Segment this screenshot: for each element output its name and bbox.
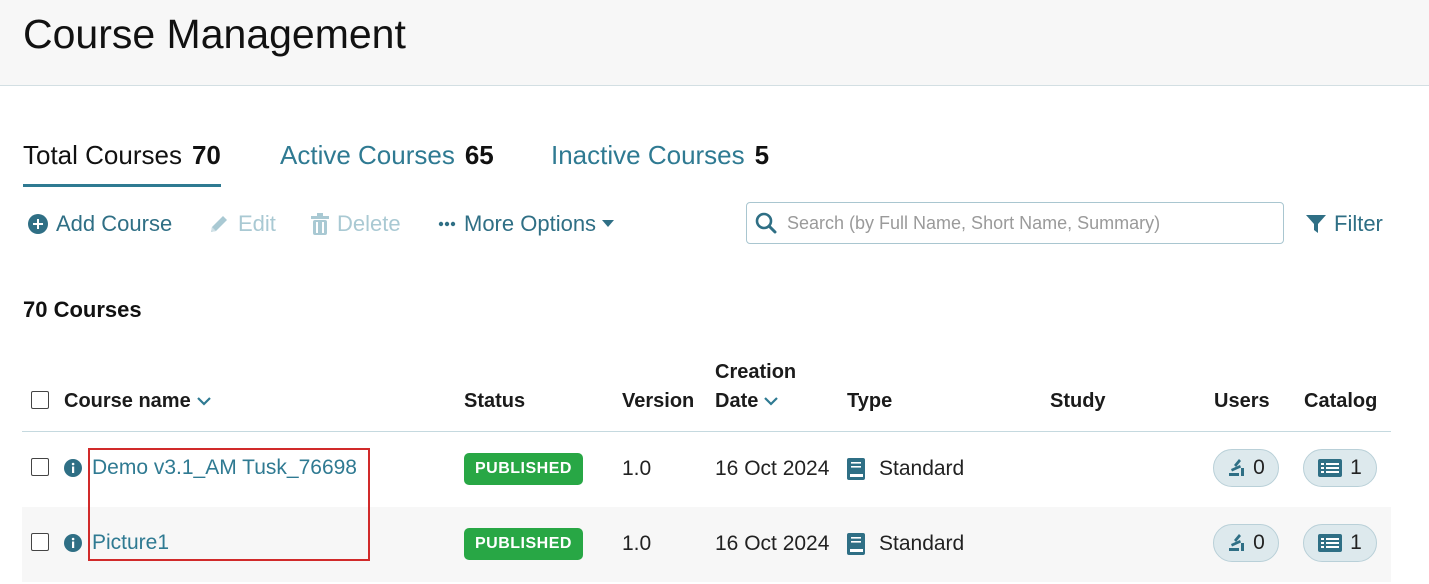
pencil-icon <box>208 213 230 235</box>
trash-icon <box>311 213 329 235</box>
row-checkbox[interactable] <box>31 458 49 476</box>
column-label-line1: Creation <box>715 361 797 383</box>
more-options-button[interactable]: More Options <box>438 211 615 237</box>
list-icon <box>1318 534 1343 552</box>
caret-down-icon <box>602 220 615 228</box>
catalog-count-button[interactable]: 1 <box>1303 449 1377 487</box>
course-count-title: 70 Courses <box>23 297 142 322</box>
edit-label: Edit <box>238 211 276 236</box>
type-label: Standard <box>879 532 965 555</box>
search-box <box>746 202 1284 244</box>
add-course-button[interactable]: Add Course <box>28 211 172 237</box>
select-all-checkbox[interactable] <box>31 391 49 409</box>
creation-date-cell: 16 Oct 2024 <box>715 532 830 555</box>
ellipsis-icon <box>438 221 456 227</box>
status-badge: PUBLISHED <box>464 528 583 560</box>
book-icon <box>847 533 865 555</box>
delete-button[interactable]: Delete <box>311 211 401 237</box>
status-badge: PUBLISHED <box>464 453 583 485</box>
column-header-catalog: Catalog <box>1304 390 1378 412</box>
sort-chevron-icon <box>196 397 211 406</box>
tab-total-courses[interactable]: Total Courses 70 <box>23 140 221 187</box>
tab-label: Inactive Courses <box>551 140 745 170</box>
search-input[interactable] <box>785 211 1269 235</box>
info-icon[interactable] <box>64 459 82 482</box>
column-label: Course name <box>64 390 191 412</box>
column-header-creation-date[interactable]: Creation Date <box>715 358 796 416</box>
version-cell: 1.0 <box>622 457 652 480</box>
type-label: Standard <box>879 457 965 480</box>
list-icon <box>1318 459 1343 477</box>
row-checkbox[interactable] <box>31 533 49 551</box>
creation-date-cell: 16 Oct 2024 <box>715 457 830 480</box>
catalog-count: 1 <box>1350 456 1362 479</box>
page-title: Course Management <box>23 11 406 57</box>
info-icon[interactable] <box>64 534 82 557</box>
tab-label: Active Courses <box>280 140 455 170</box>
catalog-count: 1 <box>1350 531 1362 554</box>
column-header-course-name[interactable]: Course name <box>64 387 211 416</box>
tab-count: 65 <box>464 140 494 170</box>
users-count: 0 <box>1253 456 1265 479</box>
column-header-status: Status <box>464 390 526 412</box>
filter-label: Filter <box>1334 211 1383 236</box>
edit-button[interactable]: Edit <box>208 211 276 237</box>
column-header-version: Version <box>622 390 695 412</box>
highlight-box <box>88 448 370 561</box>
plus-circle-icon <box>28 214 48 234</box>
type-cell: Standard <box>847 457 964 481</box>
column-header-study: Study <box>1050 390 1106 412</box>
column-header-users: Users <box>1214 390 1270 412</box>
tab-count: 5 <box>754 140 770 170</box>
users-stack-icon <box>1227 534 1245 552</box>
page-header: Course Management <box>0 0 1429 86</box>
sort-chevron-icon <box>764 397 779 406</box>
users-count: 0 <box>1253 531 1265 554</box>
tab-inactive-courses[interactable]: Inactive Courses 5 <box>551 140 769 184</box>
search-icon <box>755 212 777 234</box>
delete-label: Delete <box>337 211 401 236</box>
version-cell: 1.0 <box>622 532 652 555</box>
more-options-label: More Options <box>464 211 597 236</box>
filter-button[interactable]: Filter <box>1306 211 1383 237</box>
type-cell: Standard <box>847 532 964 556</box>
filter-icon <box>1306 214 1326 234</box>
catalog-count-button[interactable]: 1 <box>1303 524 1377 562</box>
users-stack-icon <box>1227 459 1245 477</box>
add-course-label: Add Course <box>56 211 173 236</box>
users-count-button[interactable]: 0 <box>1213 524 1279 562</box>
tab-active-courses[interactable]: Active Courses 65 <box>280 140 494 184</box>
column-label-line2: Date <box>715 390 759 412</box>
column-header-type: Type <box>847 390 893 412</box>
tab-label: Total Courses <box>23 140 182 170</box>
users-count-button[interactable]: 0 <box>1213 449 1279 487</box>
tab-count: 70 <box>191 140 221 170</box>
book-icon <box>847 458 865 480</box>
